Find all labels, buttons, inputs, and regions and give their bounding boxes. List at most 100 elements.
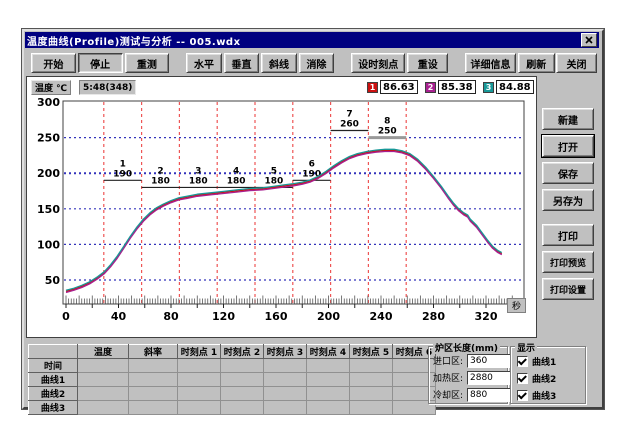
- svg-text:7: 7: [346, 109, 352, 119]
- svg-text:3: 3: [195, 166, 201, 176]
- display-option-row: 曲线3: [517, 388, 556, 402]
- table-cell: [129, 373, 178, 387]
- table-cell: [78, 401, 129, 415]
- svg-text:2: 2: [157, 166, 163, 176]
- checkbox-curve2[interactable]: [517, 373, 528, 384]
- table-cell: [78, 359, 129, 373]
- table-cell: [264, 401, 307, 415]
- cooling-zone-input[interactable]: 880: [467, 388, 511, 402]
- new-button[interactable]: 新建: [542, 108, 594, 130]
- desktop: 温度曲线(Profile)测试与分析 -- 005.wdx 开始停止重测水平垂直…: [0, 0, 621, 438]
- svg-text:5: 5: [271, 166, 277, 176]
- svg-text:300: 300: [37, 96, 60, 109]
- svg-text:160: 160: [265, 310, 288, 323]
- table-cell: [178, 387, 221, 401]
- open-button[interactable]: 打开: [542, 135, 594, 157]
- table-row-header: 时间: [29, 359, 78, 373]
- table-col-header: 温度: [78, 345, 129, 359]
- toolbar-button-horizontal[interactable]: 水平: [186, 53, 221, 73]
- cooling-zone-label: 冷却区:: [433, 388, 467, 401]
- table-cell: [221, 387, 264, 401]
- toolbar-button-close[interactable]: 关闭: [556, 53, 597, 73]
- table-cell: [129, 401, 178, 415]
- file-button-panel: 新建打开保存另存为打印打印预览打印设置: [537, 76, 598, 338]
- display-group: 显示 曲线1曲线2曲线3: [510, 346, 586, 404]
- toolbar-button-retest[interactable]: 重测: [125, 53, 170, 73]
- furnace-field-row: 加热区:2880: [433, 370, 511, 385]
- svg-text:150: 150: [37, 203, 60, 216]
- table-cell: [350, 387, 393, 401]
- svg-text:0: 0: [62, 310, 70, 323]
- checkbox-curve1[interactable]: [517, 356, 528, 367]
- table-row-header: 曲线2: [29, 387, 78, 401]
- close-icon[interactable]: [581, 33, 597, 47]
- toolbar-button-diagonal[interactable]: 斜线: [261, 53, 296, 73]
- table-col-header: 时刻点 4: [307, 345, 350, 359]
- table-cell: [178, 401, 221, 415]
- toolbar-button-reset[interactable]: 重设: [407, 53, 448, 73]
- window-title: 温度曲线(Profile)测试与分析 -- 005.wdx: [27, 33, 241, 48]
- display-option-row: 曲线1: [517, 354, 556, 368]
- svg-text:100: 100: [37, 238, 60, 251]
- furnace-zone-group: 炉区长度(mm) 进口区:360加热区:2880冷却区:880: [428, 346, 508, 404]
- table-col-header: 时刻点 3: [264, 345, 307, 359]
- svg-text:180: 180: [189, 176, 208, 186]
- profile-chart: 1190218031804180518061907260825004080120…: [27, 77, 538, 339]
- table-cell: [350, 359, 393, 373]
- toolbar-button-refresh[interactable]: 刷新: [518, 53, 555, 73]
- svg-text:1: 1: [120, 159, 126, 169]
- svg-text:180: 180: [151, 176, 170, 186]
- svg-text:8: 8: [384, 117, 390, 127]
- table-col-header: 时刻点 5: [350, 345, 393, 359]
- svg-text:50: 50: [45, 274, 61, 287]
- table-cell: [307, 359, 350, 373]
- print-setup-button[interactable]: 打印设置: [542, 278, 594, 300]
- save-button[interactable]: 保存: [542, 162, 594, 184]
- toolbar-button-set-time-point[interactable]: 设时刻点: [351, 53, 405, 73]
- toolbar-button-vertical[interactable]: 垂直: [224, 53, 259, 73]
- bottom-panel: 温度斜率时刻点 1时刻点 2时刻点 3时刻点 4时刻点 5时刻点 6时间曲线1曲…: [26, 338, 600, 403]
- print-preview-button[interactable]: 打印预览: [542, 251, 594, 273]
- table-cell: [129, 387, 178, 401]
- svg-text:240: 240: [370, 310, 393, 323]
- save-as-button[interactable]: 另存为: [542, 189, 594, 211]
- titlebar[interactable]: 温度曲线(Profile)测试与分析 -- 005.wdx: [25, 32, 599, 48]
- svg-text:200: 200: [37, 167, 60, 180]
- toolbar: 开始停止重测水平垂直斜线消除设时刻点重设详细信息刷新关闭: [26, 51, 598, 75]
- table-cell: [350, 401, 393, 415]
- curve2-label: 曲线2: [532, 372, 556, 385]
- curve1-label: 曲线1: [532, 355, 556, 368]
- svg-text:320: 320: [475, 310, 498, 323]
- table-col-header: 时刻点 1: [178, 345, 221, 359]
- table-cell: [264, 359, 307, 373]
- app-window: 温度曲线(Profile)测试与分析 -- 005.wdx 开始停止重测水平垂直…: [22, 29, 604, 409]
- display-group-label: 显示: [515, 341, 537, 354]
- furnace-field-row: 进口区:360: [433, 353, 511, 368]
- furnace-field-row: 冷却区:880: [433, 387, 511, 402]
- checkbox-curve3[interactable]: [517, 390, 528, 401]
- table-cell: [78, 387, 129, 401]
- toolbar-button-erase[interactable]: 消除: [299, 53, 334, 73]
- svg-text:260: 260: [340, 119, 359, 129]
- measurement-table: 温度斜率时刻点 1时刻点 2时刻点 3时刻点 4时刻点 5时刻点 6时间曲线1曲…: [28, 344, 436, 415]
- table-cell: [178, 359, 221, 373]
- heating-zone-input[interactable]: 2880: [467, 371, 511, 385]
- table-cell: [78, 373, 129, 387]
- print-button[interactable]: 打印: [542, 224, 594, 246]
- table-cell: [264, 373, 307, 387]
- svg-text:4: 4: [233, 166, 239, 176]
- svg-text:250: 250: [37, 132, 60, 145]
- toolbar-button-details[interactable]: 详细信息: [465, 53, 515, 73]
- table-col-header: [29, 345, 78, 359]
- heating-zone-label: 加热区:: [433, 371, 467, 384]
- table-cell: [307, 401, 350, 415]
- table-col-header: 时刻点 2: [221, 345, 264, 359]
- toolbar-button-start[interactable]: 开始: [31, 53, 76, 73]
- table-cell: [221, 373, 264, 387]
- toolbar-button-stop[interactable]: 停止: [78, 53, 123, 73]
- table-cell: [221, 401, 264, 415]
- svg-text:40: 40: [111, 310, 127, 323]
- entrance-zone-input[interactable]: 360: [467, 354, 511, 368]
- svg-text:280: 280: [422, 310, 445, 323]
- svg-text:190: 190: [113, 169, 132, 179]
